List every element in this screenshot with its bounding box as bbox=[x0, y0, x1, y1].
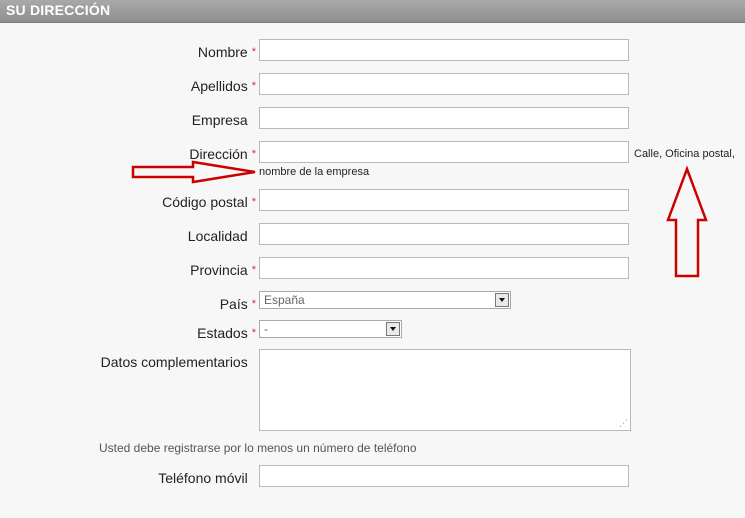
codigo-postal-field[interactable] bbox=[259, 189, 629, 211]
datos-label: Datos complementarios* bbox=[101, 354, 256, 370]
direccion-hint-right: Calle, Oficina postal, bbox=[634, 148, 735, 160]
empresa-field[interactable] bbox=[259, 107, 629, 129]
required-marker: * bbox=[251, 298, 256, 310]
section-title: SU DIRECCIÓN bbox=[6, 2, 111, 18]
red-arrow-right-icon bbox=[131, 160, 256, 184]
codigo-postal-label: Código postal * bbox=[162, 194, 256, 210]
empresa-label: Empresa* bbox=[192, 112, 256, 128]
direccion-hint-below: nombre de la empresa bbox=[259, 166, 370, 178]
direccion-field[interactable] bbox=[259, 141, 629, 163]
required-marker: * bbox=[251, 196, 256, 208]
required-marker: * bbox=[251, 80, 256, 92]
direccion-label-text: Dirección bbox=[189, 146, 248, 162]
codigo-postal-label-text: Código postal bbox=[162, 194, 248, 210]
chevron-down-icon[interactable] bbox=[386, 322, 400, 336]
pais-label-text: País bbox=[219, 296, 248, 312]
localidad-label-text: Localidad bbox=[187, 228, 248, 244]
nombre-label: Nombre * bbox=[198, 44, 256, 60]
provincia-label: Provincia * bbox=[190, 262, 256, 278]
pais-label: País * bbox=[220, 296, 256, 312]
estados-label: Estados * bbox=[197, 325, 256, 341]
chevron-down-icon[interactable] bbox=[495, 293, 509, 307]
required-marker: * bbox=[251, 46, 256, 58]
nombre-label-text: Nombre bbox=[197, 44, 248, 60]
estados-label-text: Estados bbox=[197, 325, 248, 341]
telefono-label: Teléfono móvil* bbox=[158, 470, 256, 486]
estados-select[interactable]: - bbox=[259, 320, 402, 338]
datos-label-text: Datos complementarios bbox=[100, 354, 248, 370]
empresa-label-text: Empresa bbox=[191, 112, 248, 128]
telefono-label-text: Teléfono móvil bbox=[158, 470, 248, 486]
required-marker: * bbox=[251, 327, 256, 339]
direccion-label: Dirección * bbox=[189, 146, 256, 162]
apellidos-label-text: Apellidos bbox=[190, 78, 248, 94]
pais-selected-value: España bbox=[264, 293, 305, 307]
provincia-field[interactable] bbox=[259, 257, 629, 279]
red-arrow-up-icon bbox=[666, 165, 708, 278]
localidad-field[interactable] bbox=[259, 223, 629, 245]
datos-textarea[interactable]: ⋰ bbox=[259, 349, 631, 431]
apellidos-field[interactable] bbox=[259, 73, 629, 95]
resize-grip-icon[interactable]: ⋰ bbox=[619, 419, 628, 428]
telefono-movil-field[interactable] bbox=[259, 465, 629, 487]
localidad-label: Localidad* bbox=[188, 228, 256, 244]
section-header: SU DIRECCIÓN bbox=[0, 0, 745, 23]
nombre-field[interactable] bbox=[259, 39, 629, 61]
pais-select[interactable]: España bbox=[259, 291, 511, 309]
required-marker: * bbox=[251, 148, 256, 160]
estados-selected-value: - bbox=[264, 322, 268, 336]
provincia-label-text: Provincia bbox=[190, 262, 248, 278]
phone-note: Usted debe registrarse por lo menos un n… bbox=[99, 441, 417, 455]
required-marker: * bbox=[251, 264, 256, 276]
apellidos-label: Apellidos * bbox=[191, 78, 256, 94]
